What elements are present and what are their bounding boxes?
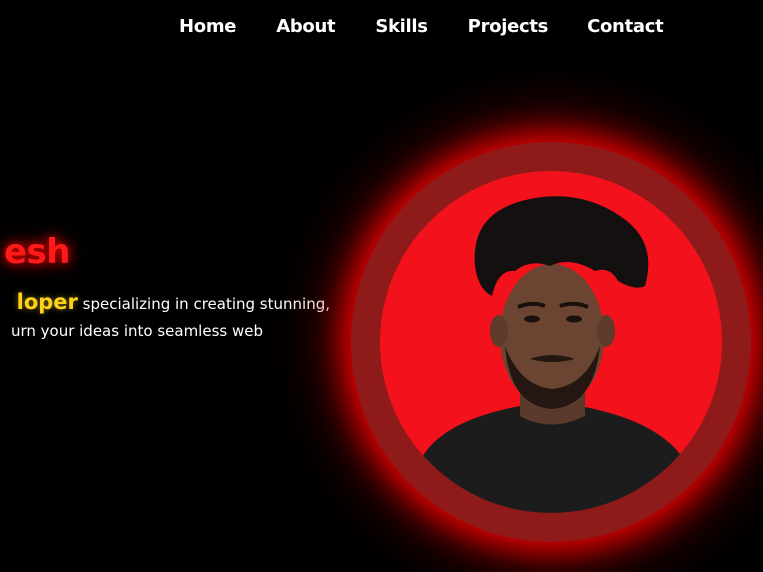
hero-name: esh: [3, 232, 71, 272]
nav-home-link[interactable]: Home: [179, 16, 237, 37]
hero-description-line-1: loper specializing in creating stunning,: [17, 290, 330, 314]
hero-role: loper: [16, 290, 78, 314]
profile-photo: [380, 171, 722, 513]
hero-description-line-2: urn your ideas into seamless web: [10, 322, 263, 340]
portfolio-page: Home About Skills Projects Contact esh l…: [0, 0, 763, 572]
profile-photo-ring: [351, 142, 751, 542]
nav-about-link[interactable]: About: [276, 16, 335, 37]
top-nav: Home About Skills Projects Contact: [179, 16, 664, 37]
hero-description-text-1: specializing in creating stunning,: [77, 295, 330, 313]
nav-contact-link[interactable]: Contact: [587, 16, 664, 37]
nav-skills-link[interactable]: Skills: [375, 16, 428, 37]
nav-projects-link[interactable]: Projects: [468, 16, 549, 37]
person-portrait-icon: [405, 196, 700, 513]
